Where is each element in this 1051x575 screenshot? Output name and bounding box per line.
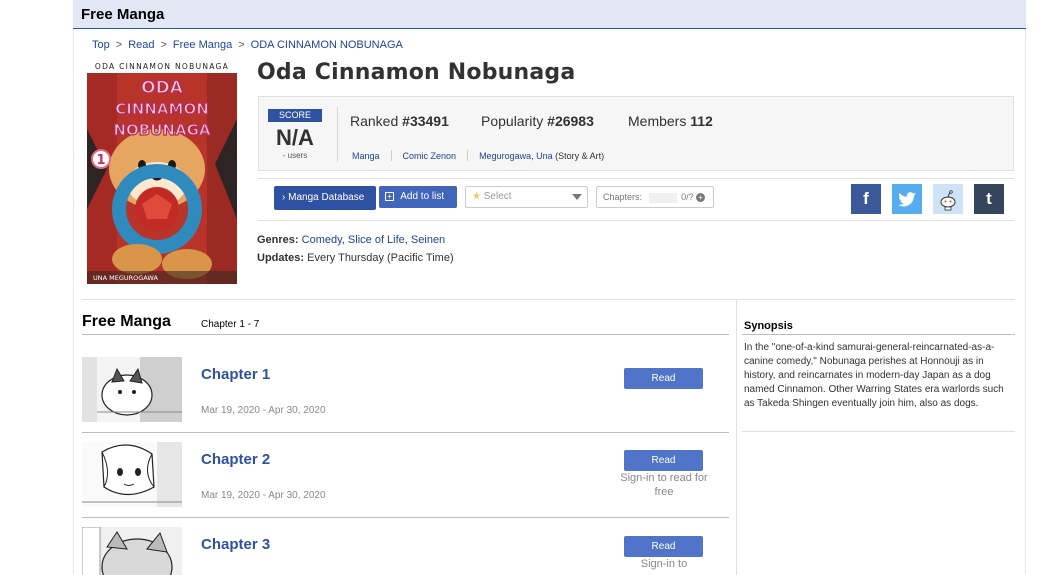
chapter-row: Chapter 3 Read Sign-in to <box>82 518 729 575</box>
score-users: - users <box>282 151 308 160</box>
divider <box>82 334 729 335</box>
author-role: (Story & Art) <box>555 150 605 161</box>
chapter-title[interactable]: Chapter 1 <box>201 366 270 383</box>
cover-author: UNA MEGUROGAWA <box>93 274 158 282</box>
chapter-thumbnail-art <box>82 357 182 422</box>
cover-logo-line2: CINNAMON <box>115 100 209 118</box>
updates-line: Updates: Every Thursday (Pacific Time) <box>257 252 454 264</box>
chapter-thumbnail-art <box>82 442 182 507</box>
divider <box>390 150 392 161</box>
read-button[interactable]: Read <box>624 536 703 557</box>
chapter-row: Chapter 2 Mar 19, 2020 - Apr 30, 2020 Re… <box>82 433 729 518</box>
popularity-stat: Popularity #26983 <box>481 113 594 129</box>
chapters-label: Chapters: <box>603 192 643 202</box>
tumblr-icon: t <box>986 189 992 208</box>
ranked-stat: Ranked #33491 <box>350 113 449 129</box>
chapter-thumbnail[interactable] <box>82 357 182 422</box>
add-to-list-button[interactable]: + Add to list <box>379 186 457 208</box>
score-label: SCORE <box>268 109 322 122</box>
chapters-input[interactable] <box>648 192 677 203</box>
header-bar: Free Manga <box>73 0 1026 29</box>
section-title: Free Manga <box>82 313 171 330</box>
twitter-icon <box>898 192 916 207</box>
score-value: N/A <box>276 125 314 150</box>
signin-note: Sign-in to <box>640 558 688 570</box>
members-value: 112 <box>690 113 713 129</box>
chapter-date: Mar 19, 2020 - Apr 30, 2020 <box>201 490 326 501</box>
chevron-down-icon <box>572 194 582 200</box>
facebook-share-button[interactable]: f <box>851 184 881 214</box>
updates-label: Updates: <box>257 252 305 264</box>
breadcrumb-current[interactable]: ODA CINNAMON NOBUNAGA <box>251 39 403 51</box>
chapters-progress: Chapters: 0/? + <box>596 186 714 208</box>
reddit-share-button[interactable] <box>933 184 963 214</box>
genres-line: Genres: Comedy, Slice of Life, Seinen <box>257 234 446 246</box>
chapters-value: 0/? <box>681 192 694 202</box>
popularity-label: Popularity <box>481 113 544 129</box>
header-title: Free Manga <box>81 6 165 23</box>
select-placeholder: Select <box>483 191 512 202</box>
facebook-icon: f <box>863 189 869 208</box>
chevron-right-icon: › <box>282 192 286 203</box>
popularity-value: #26983 <box>547 113 594 129</box>
cover-logo-line3: NOBUNAGA <box>113 121 210 139</box>
genres-label: Genres: <box>257 234 299 246</box>
breadcrumb-separator: > <box>238 39 245 51</box>
type-link[interactable]: Manga <box>352 151 380 161</box>
breadcrumb-free-manga[interactable]: Free Manga <box>173 39 232 51</box>
divider <box>337 107 338 162</box>
synopsis-title: Synopsis <box>744 320 793 332</box>
tumblr-share-button[interactable]: t <box>974 184 1004 214</box>
cover-top-text: ODA CINNAMON NOBUNAGA <box>95 62 229 71</box>
divider <box>467 150 469 161</box>
chapter-title[interactable]: Chapter 3 <box>201 536 270 553</box>
twitter-share-button[interactable] <box>892 184 922 214</box>
status-select[interactable]: ★ Select <box>465 186 588 208</box>
chapter-date: Mar 19, 2020 - Apr 30, 2020 <box>201 405 326 416</box>
cover-art: ODA CINNAMON NOBUNAGA ODA CINNAMON NOBUN… <box>87 59 237 284</box>
breadcrumb: Top > Read > Free Manga > ODA CINNAMON NOBUNAG… <box>92 39 403 51</box>
column-divider <box>736 299 737 575</box>
magazine-link[interactable]: Comic Zenon <box>403 151 457 161</box>
divider <box>742 431 1015 432</box>
cover-logo-line1: ODA <box>141 78 184 98</box>
breadcrumb-separator: > <box>115 39 123 51</box>
genre-link[interactable]: Comedy <box>302 234 342 246</box>
genre-link[interactable]: Slice of Life <box>348 234 405 246</box>
updates-value: Every Thursday (Pacific Time) <box>307 252 454 264</box>
ranked-value: #33491 <box>402 113 449 129</box>
section-subtitle: Chapter 1 - 7 <box>201 319 260 330</box>
members-stat: Members 112 <box>628 113 713 129</box>
manga-database-label: Manga Database <box>288 192 365 203</box>
signin-note: Sign-in to read for free <box>620 472 708 498</box>
star-icon: ★ <box>472 191 481 202</box>
meta-row: Manga Comic Zenon Megurogawa, Una (Story… <box>352 150 604 161</box>
chapter-title[interactable]: Chapter 2 <box>201 451 270 468</box>
ranked-label: Ranked <box>350 113 399 129</box>
cover-volume: 1 <box>96 153 105 168</box>
read-button[interactable]: Read <box>624 450 703 471</box>
breadcrumb-separator: > <box>160 39 167 51</box>
reddit-icon <box>940 190 956 211</box>
plus-square-icon: + <box>385 191 394 201</box>
manga-title: Oda Cinnamon Nobunaga <box>257 60 576 85</box>
cover-image[interactable]: ODA CINNAMON NOBUNAGA ODA CINNAMON NOBUN… <box>87 59 237 284</box>
breadcrumb-read[interactable]: Read <box>128 39 154 51</box>
add-to-list-label: Add to list <box>400 191 445 202</box>
chapter-thumbnail[interactable] <box>82 442 182 507</box>
members-label: Members <box>628 113 687 129</box>
stats-box: SCORE N/A - users Ranked #33491 Populari… <box>258 96 1014 171</box>
chapter-row: Chapter 1 Mar 19, 2020 - Apr 30, 2020 Re… <box>82 348 729 433</box>
divider <box>82 299 1015 300</box>
manga-database-button[interactable]: › Manga Database <box>274 186 376 210</box>
breadcrumb-top[interactable]: Top <box>92 39 110 51</box>
read-button[interactable]: Read <box>624 368 703 389</box>
synopsis-text: In the "one-of-a-kind samurai-general-re… <box>744 342 1004 409</box>
genre-link[interactable]: Seinen <box>411 234 445 246</box>
chapter-thumbnail[interactable] <box>82 527 182 575</box>
increment-icon[interactable]: + <box>696 193 706 203</box>
divider <box>742 334 1015 335</box>
author-link[interactable]: Megurogawa, Una <box>479 151 553 161</box>
chapter-thumbnail-art <box>82 527 182 575</box>
